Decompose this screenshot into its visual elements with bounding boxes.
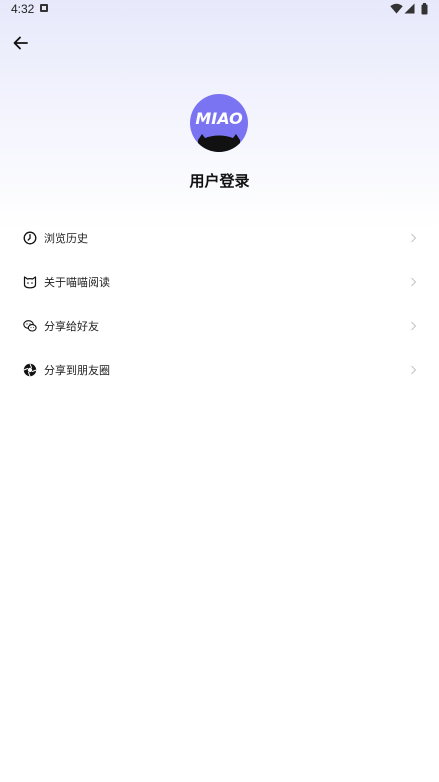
menu-item-label: 浏览历史 [44,232,88,245]
clock-icon [23,231,37,245]
menu-item-history[interactable]: 浏览历史 [0,216,439,260]
arrow-left-icon [13,36,28,50]
chevron-right-icon [411,277,417,287]
chevron-right-icon [411,233,417,243]
cat-face-icon [23,276,37,289]
menu-item-label: 分享给好友 [44,320,99,333]
status-indicators [390,3,430,15]
battery-icon [421,3,428,15]
menu-item-about[interactable]: 关于喵喵阅读 [0,260,439,304]
back-button[interactable] [10,33,32,53]
login-button[interactable]: 用户登录 [0,170,439,191]
chevron-right-icon [411,365,417,375]
menu-item-label: 关于喵喵阅读 [44,276,110,289]
status-bar: 4:32 [0,0,439,18]
status-time: 4:32 [11,2,35,16]
menu-item-share-moments[interactable]: 分享到朋友圈 [0,348,439,392]
menu-item-label: 分享到朋友圈 [44,364,110,377]
wechat-icon [23,320,37,332]
chevron-right-icon [411,321,417,331]
moments-icon [23,363,37,377]
wifi-icon [390,3,403,14]
avatar[interactable]: MIAO [190,94,248,152]
signal-icon [404,3,415,14]
notification-icon [40,4,48,12]
cat-silhouette-icon [198,134,240,152]
menu-item-share-friend[interactable]: 分享给好友 [0,304,439,348]
